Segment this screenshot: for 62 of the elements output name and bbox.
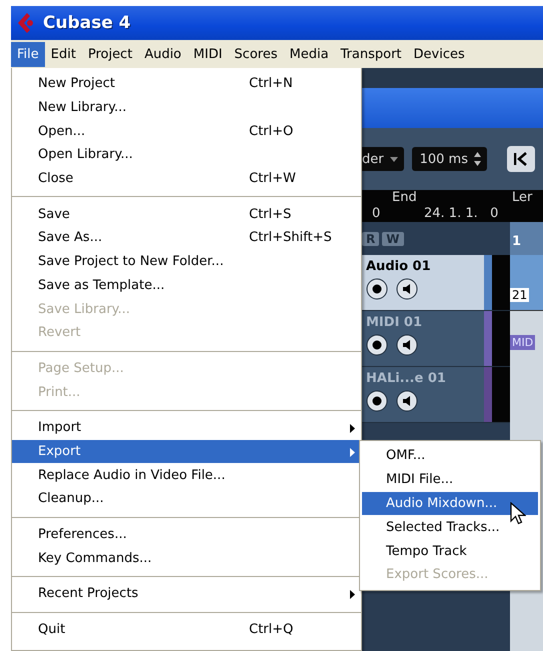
speaker-icon[interactable]: [396, 334, 418, 356]
midi-part: MID: [510, 335, 536, 350]
menu-title[interactable]: Edit: [44, 42, 82, 66]
track-name: HALi...e 01: [366, 371, 447, 386]
end-value: 24. 1. 1. 0: [423, 206, 500, 222]
menu-title[interactable]: Project: [82, 42, 138, 66]
menu-item[interactable]: New Project Ctrl+N: [12, 72, 361, 96]
record-icon[interactable]: [366, 390, 388, 412]
skip-start-icon: [514, 152, 528, 166]
rewind-button[interactable]: [507, 146, 535, 172]
spinner-icon: [474, 152, 481, 166]
menu-item[interactable]: Export: [12, 440, 361, 464]
snap-dropdown[interactable]: der: [362, 147, 404, 171]
quantize-field[interactable]: 100 ms: [412, 147, 487, 171]
track-row[interactable]: HALi...e 01: [362, 367, 510, 423]
menu-title[interactable]: Devices: [408, 42, 471, 66]
menu-title[interactable]: File: [11, 42, 45, 66]
record-icon[interactable]: [366, 278, 388, 300]
track-name: Audio 01: [366, 259, 432, 274]
menu-title[interactable]: Scores: [228, 42, 284, 66]
caret-icon: [390, 156, 398, 162]
submenu-arrow-icon: [350, 590, 355, 600]
menu-item[interactable]: Open... Ctrl+O: [12, 119, 361, 144]
menu-item[interactable]: Preferences...: [12, 522, 361, 546]
menu-item[interactable]: Key Commands...: [12, 546, 361, 570]
menu-title[interactable]: Media: [283, 42, 335, 66]
menu-title[interactable]: MIDI: [187, 42, 228, 66]
menu-item[interactable]: Close Ctrl+W: [12, 166, 361, 190]
start-value: 0: [371, 206, 382, 222]
record-icon[interactable]: [366, 334, 388, 356]
menu-item[interactable]: Import: [12, 416, 361, 440]
app-logo-icon: [17, 12, 35, 34]
window-title: Cubase 4: [43, 13, 131, 33]
submenu-arrow-icon: [350, 448, 355, 457]
menu-item[interactable]: Open Library...: [12, 143, 361, 167]
menu-item[interactable]: Save Ctrl+S: [12, 202, 361, 226]
speaker-icon[interactable]: [396, 390, 418, 412]
submenu-item[interactable]: Audio Mixdown...: [362, 492, 538, 516]
menu-title[interactable]: Audio: [138, 42, 188, 66]
position-value: 21: [510, 288, 530, 302]
track-row[interactable]: Audio 01: [362, 255, 510, 311]
end-label: End: [392, 190, 418, 206]
track-name: MIDI 01: [366, 315, 424, 330]
mouse-cursor-icon: [510, 502, 526, 526]
menu-item[interactable]: Recent Projects: [12, 582, 361, 606]
speaker-icon[interactable]: [396, 278, 418, 300]
length-label: Ler: [511, 190, 534, 206]
bar-number: 1: [510, 222, 543, 255]
menu-title[interactable]: Transport: [334, 42, 408, 66]
menu-item[interactable]: Save As... Ctrl+Shift+S: [12, 226, 361, 250]
menu-item[interactable]: Save Project to New Folder...: [12, 250, 361, 274]
submenu-arrow-icon: [350, 424, 355, 433]
submenu-item[interactable]: MIDI File...: [362, 468, 538, 492]
submenu-item[interactable]: OMF...: [362, 444, 538, 468]
menu-item[interactable]: Cleanup...: [12, 487, 361, 511]
menu-item[interactable]: Replace Audio in Video File...: [12, 463, 361, 487]
menu-item[interactable]: New Library...: [12, 96, 361, 120]
track-row[interactable]: MIDI 01: [362, 311, 510, 367]
menu-item[interactable]: Save as Template...: [12, 274, 361, 298]
submenu-item[interactable]: Selected Tracks...: [362, 515, 538, 540]
submenu-item[interactable]: Tempo Track: [362, 539, 538, 563]
menu-item[interactable]: Quit Ctrl+Q: [12, 618, 361, 642]
